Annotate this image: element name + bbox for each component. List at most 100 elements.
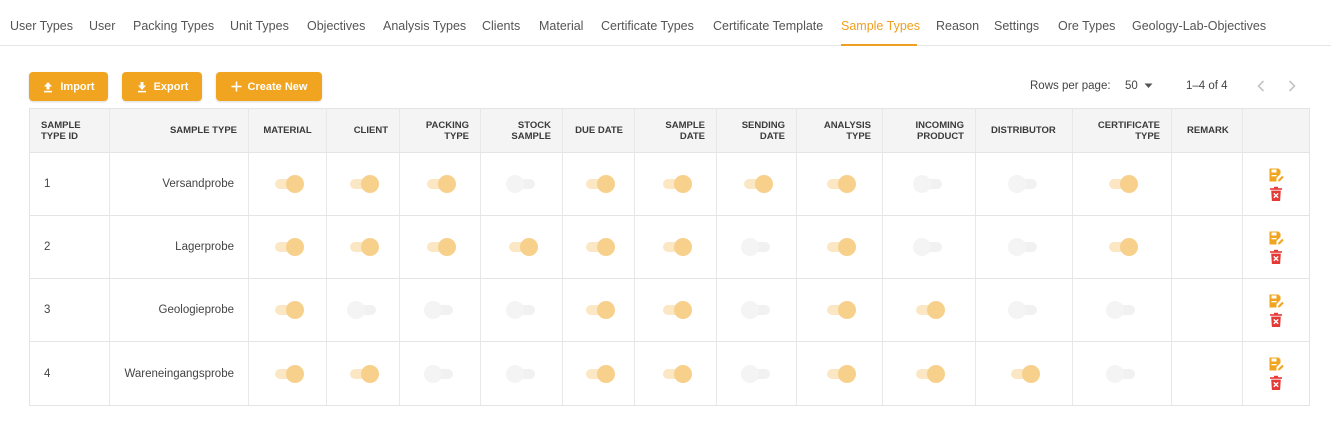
cell-client [327,153,400,215]
client-toggle[interactable] [348,238,379,256]
toggle-knob [673,364,692,383]
toggle-knob [519,238,538,256]
sample-date-toggle[interactable] [661,175,692,193]
cell-certificate-type [1073,153,1172,215]
tab-certificate-template[interactable]: Certificate Template [713,19,823,33]
tab-user[interactable]: User [89,19,115,33]
rows-per-page-select[interactable]: 50 [1125,80,1153,92]
edit-button[interactable] [1268,230,1284,246]
client-toggle[interactable] [348,175,379,193]
sending-date-toggle[interactable] [740,301,772,319]
distributor-toggle[interactable] [1008,301,1039,319]
distributor-toggle[interactable] [1008,175,1039,193]
create-new-button[interactable]: Create New [216,72,322,101]
cell-actions [1243,216,1309,278]
toggle-knob [361,364,379,383]
cell-stock-sample [481,216,563,278]
edit-button[interactable] [1268,167,1284,183]
due-date-toggle[interactable] [584,238,615,256]
certificate-type-toggle[interactable] [1106,364,1137,383]
incoming-product-toggle[interactable] [913,238,944,256]
cell-distributor [976,153,1073,215]
tab-bar: User Types User Packing Types Unit Types… [0,0,1331,46]
delete-button[interactable] [1268,186,1284,202]
tab-sample-types[interactable]: Sample Types [841,19,920,33]
sending-date-toggle[interactable] [740,238,772,256]
tab-certificate-types[interactable]: Certificate Types [601,19,694,33]
due-date-toggle[interactable] [584,175,615,193]
sending-date-toggle[interactable] [742,175,773,193]
cell-stock-sample [481,279,563,341]
cell-incoming-product [883,279,976,341]
tab-packing-types[interactable]: Packing Types [133,19,214,33]
toggle-knob [837,301,856,319]
tab-settings[interactable]: Settings [994,19,1039,33]
analysis-type-toggle[interactable] [825,364,856,383]
analysis-type-toggle[interactable] [825,238,856,256]
trash-icon [1270,375,1282,390]
delete-button[interactable] [1268,249,1284,265]
stock-sample-toggle[interactable] [505,301,537,319]
toggle-knob [1008,238,1026,256]
cell-actions [1243,153,1309,215]
previous-page-button[interactable] [1253,78,1269,94]
certificate-type-toggle[interactable] [1107,175,1138,193]
toggle-knob [424,364,442,383]
incoming-product-toggle[interactable] [914,301,945,319]
edit-button[interactable] [1268,293,1284,309]
chevron-right-icon [1288,80,1296,92]
tab-analysis-types[interactable]: Analysis Types [383,19,466,33]
certificate-type-toggle[interactable] [1107,238,1138,256]
incoming-product-toggle[interactable] [914,364,945,383]
material-toggle[interactable] [273,175,304,193]
cell-certificate-type [1073,342,1172,405]
import-button[interactable]: Import [29,72,108,101]
toggle-knob [596,301,615,319]
sample-date-toggle[interactable] [661,364,692,383]
analysis-type-toggle[interactable] [825,175,856,193]
next-page-button[interactable] [1284,78,1300,94]
edit-icon [1269,231,1284,244]
analysis-type-toggle[interactable] [825,301,856,319]
toggle-knob [505,301,524,319]
due-date-toggle[interactable] [584,301,615,319]
packing-type-toggle[interactable] [425,238,456,256]
material-toggle[interactable] [273,238,304,256]
toggle-knob [673,238,692,256]
material-toggle[interactable] [273,364,304,383]
packing-type-toggle[interactable] [425,175,456,193]
export-button[interactable]: Export [122,72,202,101]
tab-user-types[interactable]: User Types [10,19,73,33]
stock-sample-toggle[interactable] [505,175,537,193]
cell-packing-type [400,153,481,215]
edit-button[interactable] [1268,356,1284,372]
tab-geology-lab-objectives[interactable]: Geology-Lab-Objectives [1132,19,1266,33]
toggle-knob [1120,175,1138,193]
edit-icon [1269,294,1284,307]
tab-clients[interactable]: Clients [482,19,520,33]
toggle-knob [505,175,524,193]
sample-date-toggle[interactable] [661,301,692,319]
distributor-toggle[interactable] [1008,238,1039,256]
stock-sample-toggle[interactable] [505,364,537,383]
delete-button[interactable] [1268,312,1284,328]
sample-date-toggle[interactable] [661,238,692,256]
client-toggle[interactable] [348,364,379,383]
tab-material[interactable]: Material [539,19,583,33]
distributor-toggle[interactable] [1009,364,1040,383]
stock-sample-toggle[interactable] [507,238,538,256]
tab-objectives[interactable]: Objectives [307,19,365,33]
toggle-knob [285,175,304,193]
packing-type-toggle[interactable] [424,364,455,383]
due-date-toggle[interactable] [584,364,615,383]
material-toggle[interactable] [273,301,304,319]
delete-button[interactable] [1268,375,1284,391]
tab-ore-types[interactable]: Ore Types [1058,19,1115,33]
client-toggle[interactable] [347,301,378,319]
tab-unit-types[interactable]: Unit Types [230,19,289,33]
certificate-type-toggle[interactable] [1106,301,1137,319]
incoming-product-toggle[interactable] [913,175,944,193]
sending-date-toggle[interactable] [740,364,772,383]
packing-type-toggle[interactable] [424,301,455,319]
tab-reason[interactable]: Reason [936,19,979,33]
